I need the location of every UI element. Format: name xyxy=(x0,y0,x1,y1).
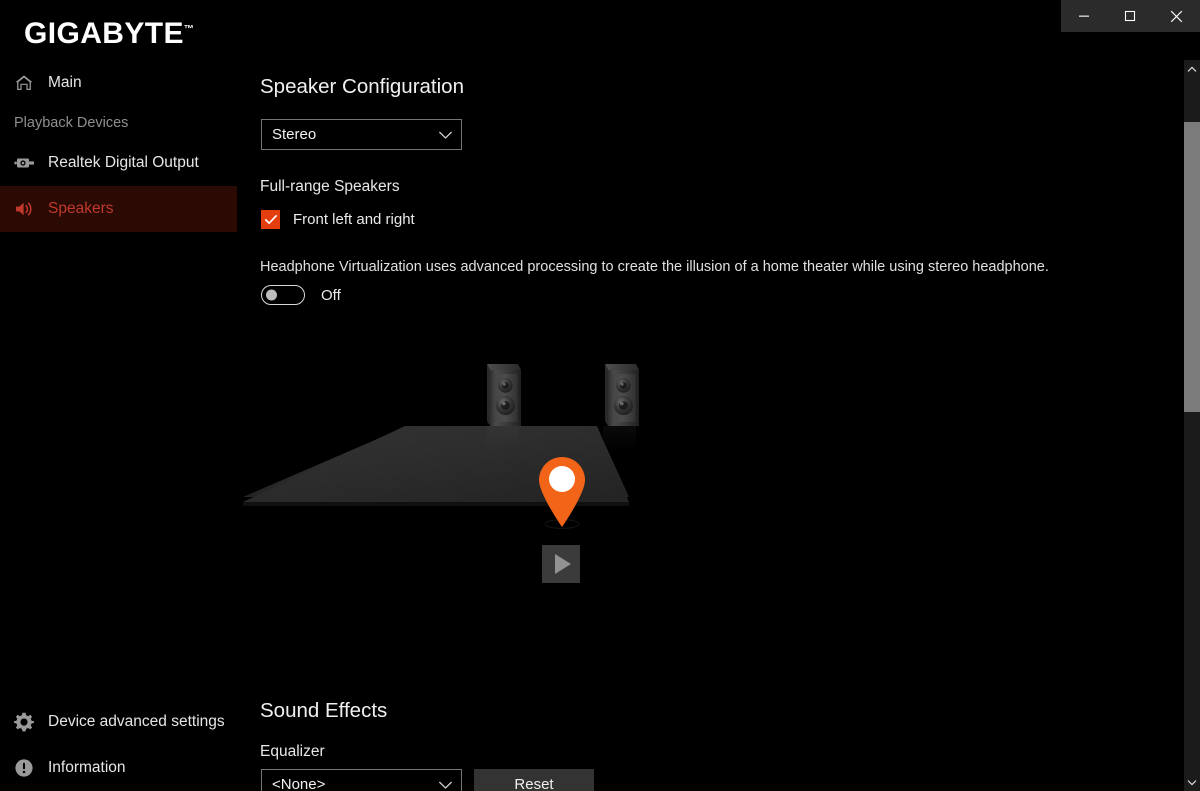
info-icon xyxy=(14,758,46,778)
front-right-speaker xyxy=(605,364,639,426)
minimize-button[interactable] xyxy=(1061,0,1107,32)
front-left-speaker xyxy=(487,364,521,426)
sidebar-item-label: Main xyxy=(48,74,82,92)
trademark-symbol: ™ xyxy=(184,24,194,35)
speaker-configuration-value: Stereo xyxy=(272,126,438,143)
headphone-virtualization-toggle[interactable] xyxy=(261,285,305,305)
chevron-down-icon xyxy=(438,130,453,140)
sidebar-bottom-nav: Device advanced settings Information xyxy=(0,699,237,791)
checkbox-label: Front left and right xyxy=(293,211,415,228)
checkbox-box xyxy=(261,210,280,229)
sidebar-item-label: Realtek Digital Output xyxy=(48,154,199,172)
toggle-knob xyxy=(266,290,277,301)
scroll-up-arrow[interactable] xyxy=(1184,60,1200,78)
chevron-down-icon xyxy=(438,780,453,790)
equalizer-reset-button[interactable]: Reset xyxy=(474,769,594,791)
speaker-configuration-title: Speaker Configuration xyxy=(260,75,464,99)
play-preview-button xyxy=(542,545,580,583)
sidebar-item-information[interactable]: Information xyxy=(0,745,237,791)
sound-effects-title: Sound Effects xyxy=(260,699,387,723)
headphone-virtualization-toggle-row: Off xyxy=(261,285,341,305)
headphone-virtualization-description: Headphone Virtualization uses advanced p… xyxy=(260,259,1049,275)
sidebar-item-label: Speakers xyxy=(48,200,113,218)
window-controls xyxy=(1061,0,1200,32)
sidebar-item-realtek-digital-output[interactable]: Realtek Digital Output xyxy=(0,140,237,186)
brand-text: GIGABYTE xyxy=(24,17,184,50)
gear-icon xyxy=(14,712,46,732)
spdif-jack-icon xyxy=(14,155,46,171)
sidebar-item-speakers[interactable]: Speakers xyxy=(0,186,237,232)
main-content: Speaker Configuration Stereo Full-range … xyxy=(237,32,1184,791)
sidebar-item-label: Device advanced settings xyxy=(48,713,225,731)
full-range-front-left-right-checkbox[interactable]: Front left and right xyxy=(261,210,415,229)
speaker-configuration-select[interactable]: Stereo xyxy=(261,119,462,150)
equalizer-select[interactable]: <None> xyxy=(261,769,462,791)
scroll-down-arrow[interactable] xyxy=(1184,773,1200,791)
sidebar: Main Playback Devices Realtek Digital Ou… xyxy=(0,60,237,791)
equalizer-value: <None> xyxy=(272,776,438,791)
maximize-button[interactable] xyxy=(1107,0,1153,32)
sidebar-item-label: Information xyxy=(48,759,126,777)
vertical-scrollbar[interactable] xyxy=(1184,60,1200,791)
home-icon xyxy=(14,73,46,93)
full-range-speakers-title: Full-range Speakers xyxy=(260,178,400,196)
close-button[interactable] xyxy=(1154,0,1200,32)
listener-position-pin xyxy=(539,457,585,527)
gigabyte-logo: GIGABYTE™ xyxy=(24,19,194,49)
equalizer-label: Equalizer xyxy=(260,743,325,761)
sidebar-item-device-advanced-settings[interactable]: Device advanced settings xyxy=(0,699,237,745)
sidebar-section-playback-devices: Playback Devices xyxy=(0,106,237,140)
headphone-virtualization-toggle-label: Off xyxy=(321,287,341,304)
sidebar-item-main[interactable]: Main xyxy=(0,60,237,106)
gigabyte-audio-app-window: GIGABYTE™ Main Playback Devices xyxy=(0,0,1200,791)
speaker-icon xyxy=(14,200,46,218)
scrollbar-thumb[interactable] xyxy=(1184,122,1200,412)
